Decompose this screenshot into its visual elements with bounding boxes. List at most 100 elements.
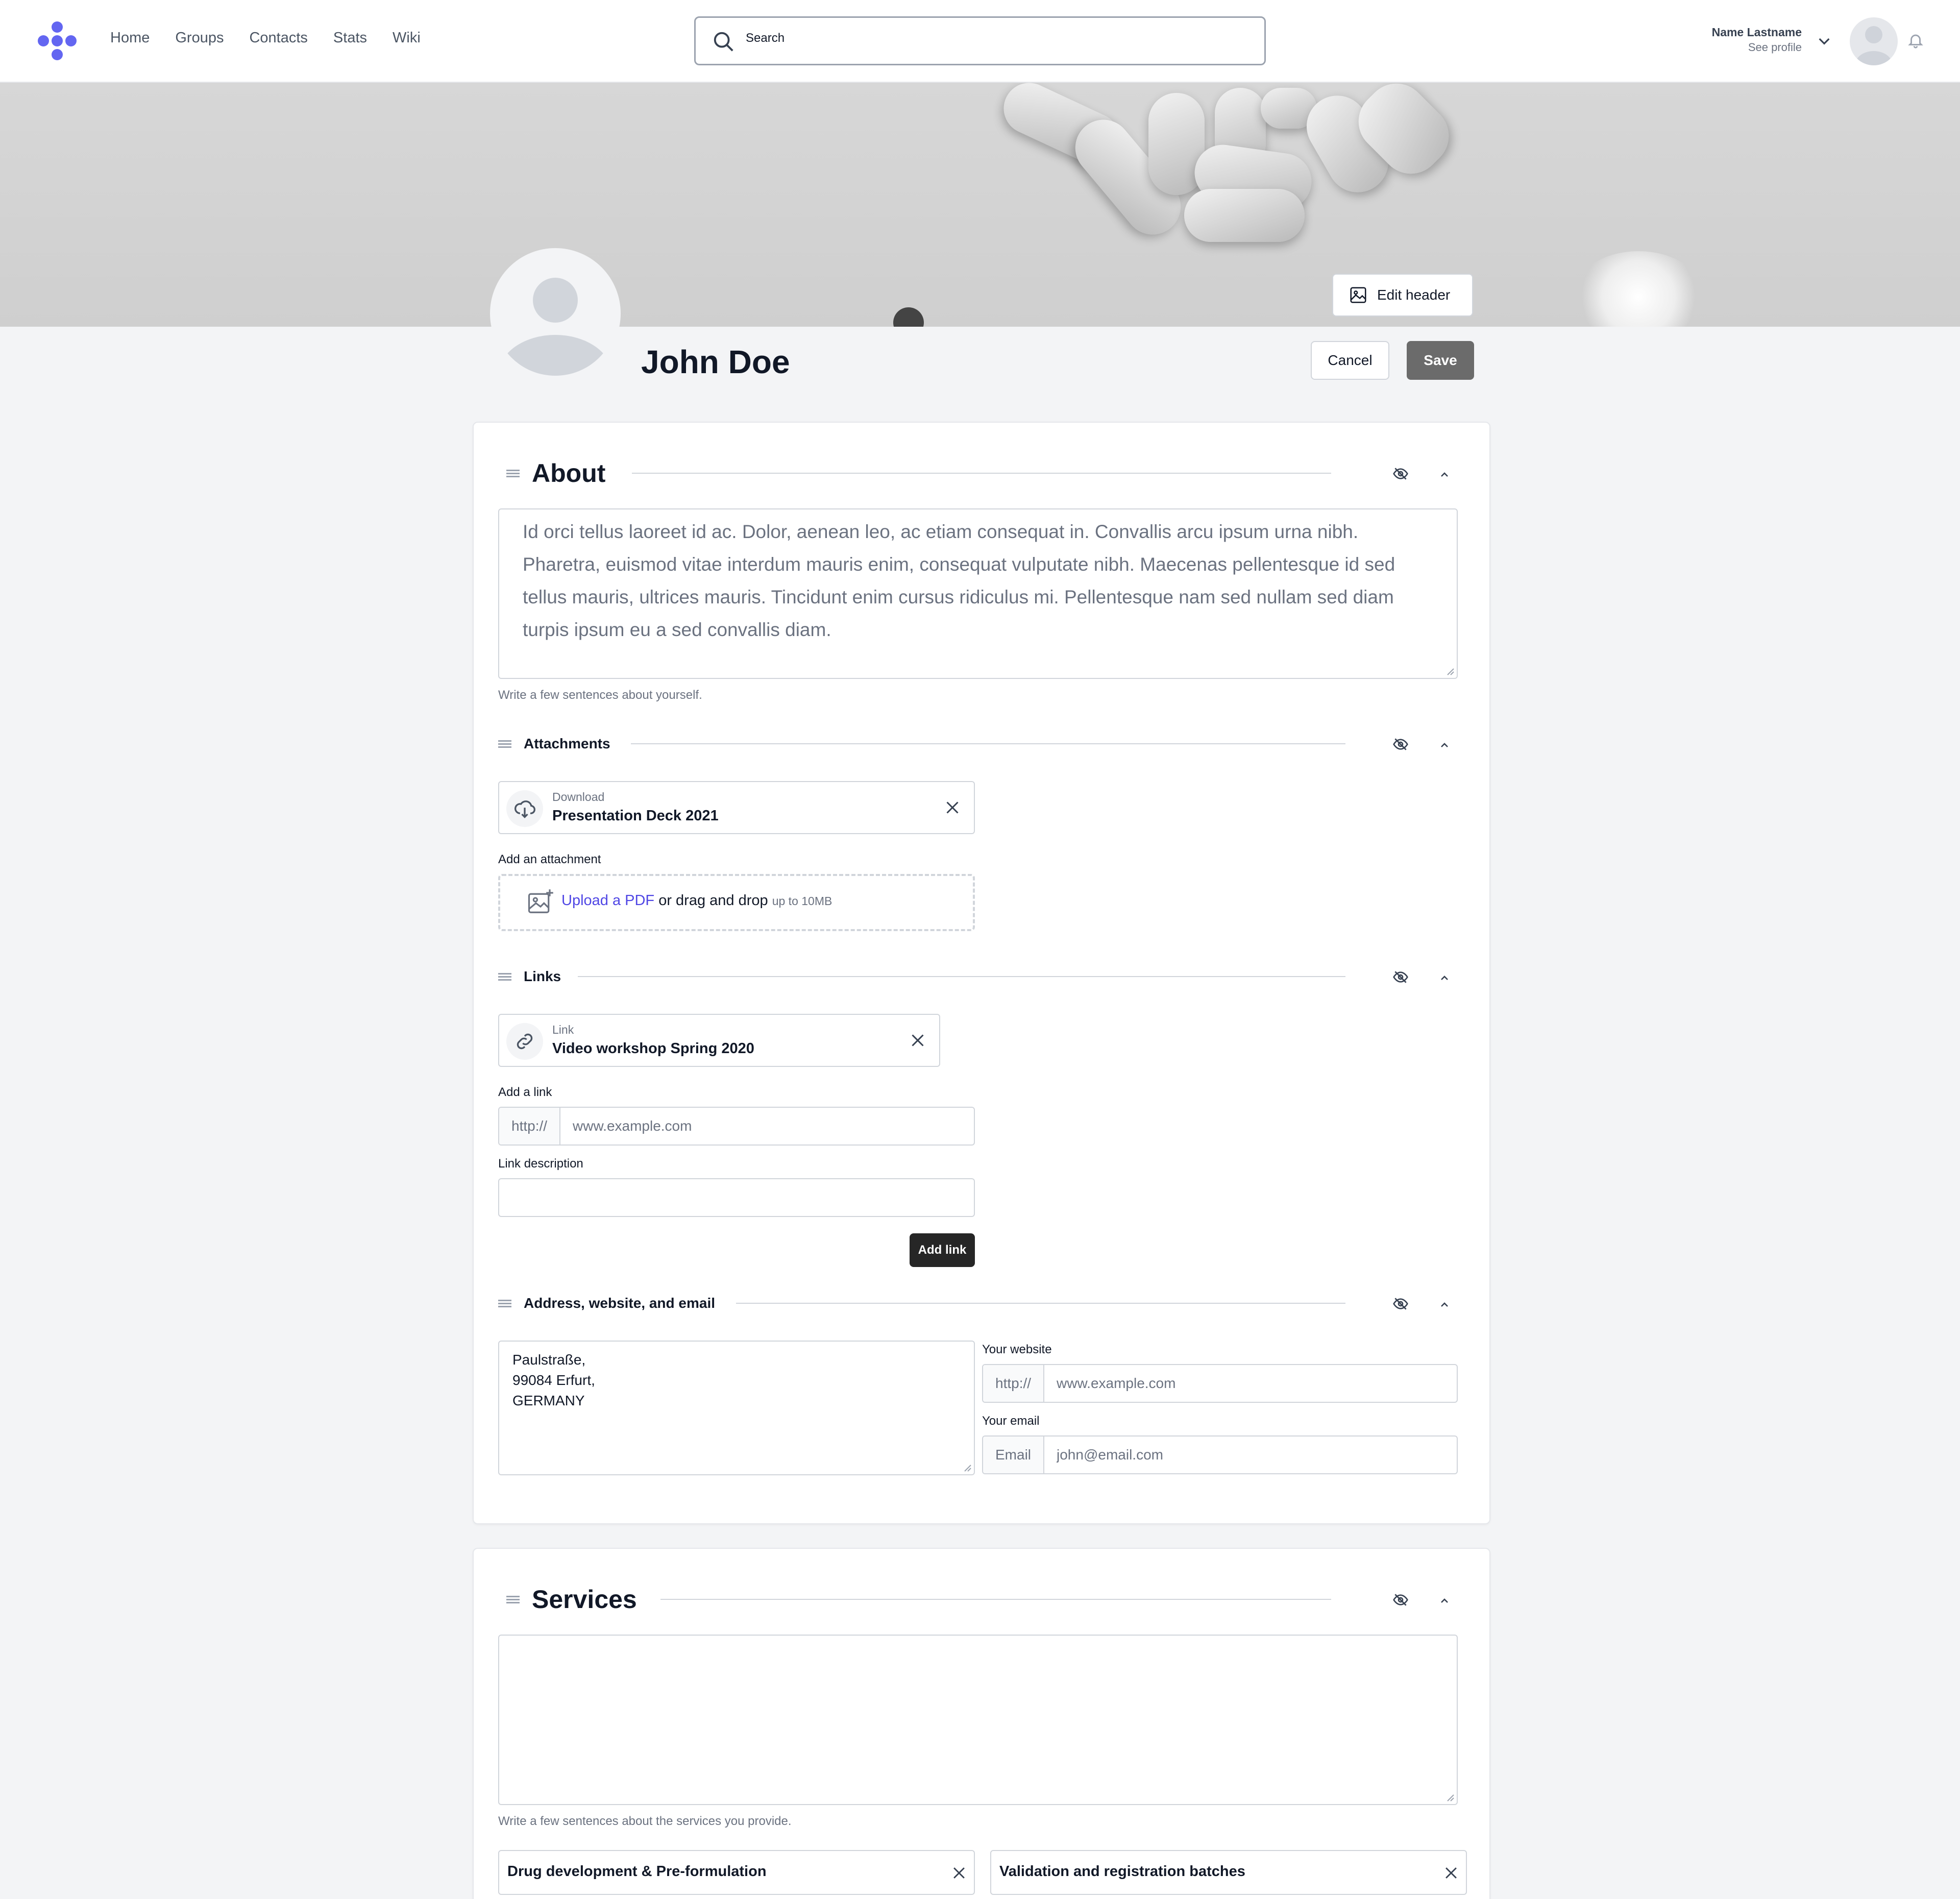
services-help-text: Write a few sentences about the services… [498,1814,792,1828]
divider [632,473,1331,474]
website-label: Your website [982,1343,1052,1356]
avatar[interactable] [1850,17,1898,65]
link-url-input[interactable] [560,1108,974,1145]
resize-handle-icon[interactable] [1444,1792,1455,1802]
service-tag[interactable]: Drug development & Pre-formulation [498,1850,975,1895]
search-icon [714,32,733,52]
drag-handle-icon[interactable] [498,1298,511,1308]
upload-dropzone[interactable]: Upload a PDF or drag and drop up to 10MB [498,874,975,931]
nav-groups[interactable]: Groups [175,30,224,46]
close-icon[interactable] [950,1864,968,1882]
eye-off-icon[interactable] [1392,466,1409,482]
website-input[interactable] [1044,1365,1457,1402]
profile-name: John Doe [641,344,790,380]
service-tag-label: Drug development & Pre-formulation [507,1863,767,1880]
contact-section-header: Address, website, and email [498,1291,715,1316]
edit-header-button[interactable]: Edit header [1332,274,1473,316]
drag-handle-icon[interactable] [506,468,520,478]
url-prefix: http:// [499,1108,561,1145]
resize-handle-icon[interactable] [1444,666,1455,676]
eye-off-icon[interactable] [1392,969,1409,985]
close-icon[interactable] [1442,1864,1460,1882]
user-silhouette-icon [498,278,612,376]
top-bar: Home Groups Contacts Stats Wiki Name Las… [0,0,1960,83]
service-tag-label: Validation and registration batches [999,1863,1245,1880]
cloud-download-icon [506,790,543,827]
address-textarea[interactable]: Paulstraße, 99084 Erfurt, GERMANY [498,1341,975,1475]
chevron-up-icon[interactable] [1438,1595,1451,1607]
eye-off-icon[interactable] [1392,736,1409,752]
chevron-up-icon[interactable] [1438,972,1451,984]
about-section-header: About [506,459,606,488]
search-input[interactable] [746,31,1205,45]
links-section-header: Links [498,964,561,989]
link-icon [506,1023,543,1060]
attachment-name[interactable]: Presentation Deck 2021 [552,808,719,824]
image-icon [1350,287,1366,303]
see-profile-link[interactable]: See profile [1712,41,1802,54]
about-title: About [532,459,606,488]
close-icon[interactable] [909,1031,927,1050]
divider [631,743,1345,744]
services-card: Services Write a few sentences about the… [473,1548,1490,1899]
about-textarea[interactable]: Id orci tellus laoreet id ac. Dolor, aen… [498,508,1458,679]
service-tag[interactable]: Validation and registration batches [990,1850,1467,1895]
link-item[interactable]: Link Video workshop Spring 2020 [498,1014,940,1067]
about-text: Id orci tellus laoreet id ac. Dolor, aen… [523,521,1395,640]
email-input[interactable] [1044,1437,1457,1473]
profile-avatar[interactable] [490,248,621,379]
address-text: Paulstraße, 99084 Erfurt, GERMANY [512,1352,595,1408]
website-prefix: http:// [983,1365,1045,1402]
upload-text: Upload a PDF or drag and drop up to 10MB [561,892,832,909]
services-section-header: Services [506,1585,637,1614]
user-silhouette-icon [1855,26,1892,65]
bell-icon[interactable] [1907,32,1924,49]
divider [736,1303,1345,1304]
attachment-item[interactable]: Download Presentation Deck 2021 [498,781,975,834]
services-textarea[interactable] [498,1635,1458,1805]
email-field[interactable]: Email [982,1435,1458,1474]
email-prefix: Email [983,1437,1045,1473]
link-url-field[interactable]: http:// [498,1107,975,1146]
search-box[interactable] [694,16,1266,65]
link-description-input[interactable] [498,1178,975,1217]
links-title: Links [524,968,561,984]
about-card: About Id orci tellus laoreet id ac. Dolo… [473,422,1490,1524]
nav-wiki[interactable]: Wiki [393,30,421,46]
upload-pdf-link[interactable]: Upload a PDF [561,892,654,909]
drag-handle-icon[interactable] [506,1594,520,1604]
link-name[interactable]: Video workshop Spring 2020 [552,1040,754,1057]
chevron-up-icon[interactable] [1438,469,1451,481]
contact-title: Address, website, and email [524,1295,716,1311]
link-description-label: Link description [498,1157,583,1171]
save-button[interactable]: Save [1407,341,1474,380]
divider [660,1599,1331,1600]
eye-off-icon[interactable] [1392,1296,1409,1312]
link-kind: Link [552,1023,574,1036]
add-link-label: Add a link [498,1085,552,1099]
edit-header-label: Edit header [1377,287,1451,303]
header-banner-image [0,83,1960,327]
about-help-text: Write a few sentences about yourself. [498,688,702,702]
nav-contacts[interactable]: Contacts [249,30,307,46]
image-add-icon [528,889,553,913]
add-link-button[interactable]: Add link [910,1233,975,1267]
resize-handle-icon[interactable] [962,1462,972,1472]
user-menu[interactable]: Name Lastname See profile [1712,26,1802,54]
close-icon[interactable] [943,798,962,817]
chevron-up-icon[interactable] [1438,1299,1451,1311]
drag-handle-icon[interactable] [498,739,511,749]
nav-stats[interactable]: Stats [333,30,367,46]
email-label: Your email [982,1414,1040,1428]
logo-icon[interactable] [38,21,77,60]
eye-off-icon[interactable] [1392,1592,1409,1608]
drag-handle-icon[interactable] [498,971,511,982]
chevron-up-icon[interactable] [1438,739,1451,751]
cancel-button[interactable]: Cancel [1311,341,1389,380]
main-nav: Home Groups Contacts Stats Wiki [110,30,421,46]
website-field[interactable]: http:// [982,1364,1458,1403]
chevron-down-icon[interactable] [1816,33,1832,49]
add-attachment-label: Add an attachment [498,853,601,866]
attachments-section-header: Attachments [498,731,610,757]
nav-home[interactable]: Home [110,30,150,46]
